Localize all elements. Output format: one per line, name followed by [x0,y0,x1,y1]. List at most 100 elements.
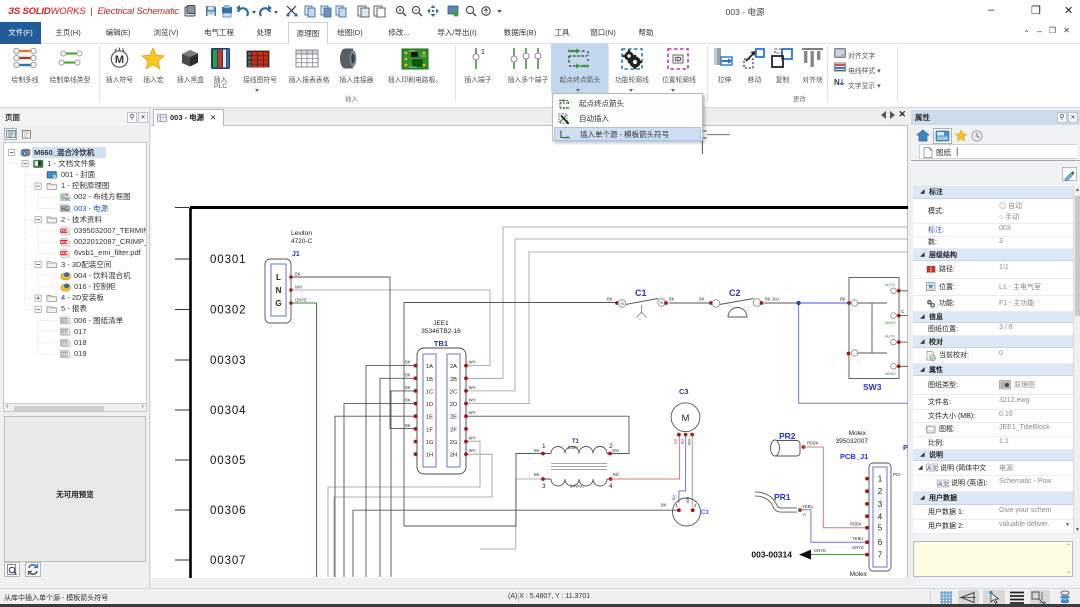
svg-text:5: 5 [878,524,883,533]
svg-text:1C: 1C [426,389,433,395]
svg-text:JEE1: JEE1 [433,320,449,327]
svg-text:RD: RD [674,438,678,444]
svg-text:00305: 00305 [210,455,246,467]
svg-text:N: N [276,286,282,295]
svg-text:Molex: Molex [849,430,867,437]
svg-text:2: 2 [878,487,883,496]
svg-text:RDBK: RDBK [807,441,819,446]
svg-text:1E: 1E [426,415,433,421]
svg-text:GNYE: GNYE [852,545,864,550]
svg-text:A: A [927,466,931,472]
svg-text:BU: BU [681,438,685,444]
svg-text:BU: BU [672,494,676,500]
svg-text:1D: 1D [426,402,433,408]
svg-text:2C: 2C [450,389,457,395]
svg-text:PDF: PDF [61,229,69,233]
svg-text:6: 6 [878,538,883,547]
svg-text:J1: J1 [292,251,300,258]
svg-text:PC: PC [903,443,908,452]
svg-text:RDBK: RDBK [850,522,862,527]
svg-text:00303: 00303 [210,355,246,367]
svg-text:2F: 2F [450,427,457,433]
svg-text:1A: 1A [426,364,433,370]
svg-text:L: L [276,273,281,282]
svg-text:N: N [834,78,840,87]
svg-text:4: 4 [878,512,883,521]
svg-text:BK: BK [534,472,540,477]
svg-text:00306: 00306 [210,505,246,517]
svg-text:BK: BK [405,398,411,403]
svg-text:96: 96 [660,301,664,305]
svg-text:BK: BK [295,272,301,277]
svg-text:00307: 00307 [210,555,246,567]
svg-text:3: 3 [542,483,546,490]
svg-text:3: 3 [878,500,883,509]
svg-text:AUTO: AUTO [885,335,895,339]
svg-text:C: C [901,309,905,314]
svg-text:7: 7 [878,551,883,560]
svg-text:PR1: PR1 [774,492,791,502]
svg-text:文: 文 [943,480,949,488]
svg-text:WASH: WASH [885,372,896,376]
svg-text:BK: BK [669,297,675,302]
svg-text:C3: C3 [679,387,689,396]
svg-text:395032007: 395032007 [835,438,868,445]
svg-text:1B: 1B [426,377,433,383]
svg-text:2D: 2D [450,402,457,408]
svg-text:WH: WH [612,448,619,453]
svg-text:2H: 2H [450,453,457,459]
svg-text:1: 1 [481,49,485,56]
svg-text:95: 95 [620,302,624,306]
svg-text:M: M [682,413,690,424]
svg-text:PCB_J1: PCB_J1 [840,452,868,461]
svg-text:BK: BK [699,297,705,302]
svg-text:C2: C2 [729,288,741,298]
svg-text:WASH: WASH [885,321,896,325]
svg-text:Leviton: Leviton [291,230,312,237]
svg-text:A: A [803,512,806,517]
svg-text:4: 4 [609,483,613,490]
svg-text:1H: 1H [426,453,433,459]
svg-text:1: 1 [878,475,883,484]
svg-text:BK: BK [607,297,613,302]
svg-text:AUTO: AUTO [885,283,895,287]
svg-text:RD: RD [613,472,619,477]
svg-text:YEBU: YEBU [852,536,863,541]
svg-text:文: 文 [932,464,938,472]
svg-text:BK: BK [405,372,411,377]
svg-text:YEBU: YEBU [802,504,813,509]
svg-text:GNYE: GNYE [814,548,826,553]
svg-text:1F: 1F [426,427,433,433]
svg-text:WH: WH [469,436,476,441]
svg-text:WH: WH [469,398,476,403]
svg-text:Molex: Molex [850,571,868,578]
svg-text:BK: BK [405,385,411,390]
svg-text:PDF: PDF [61,240,69,244]
svg-text:WH: WH [469,360,476,365]
svg-text:003-00314: 003-00314 [751,550,792,560]
svg-text:00302: 00302 [210,305,246,317]
svg-text:BK: BK [405,423,411,428]
svg-text:35346TB2-16: 35346TB2-16 [421,328,461,335]
svg-text:1: 1 [542,443,546,450]
svg-text:WH: WH [295,285,302,290]
svg-text:TB1: TB1 [434,339,448,348]
svg-text:PCI: PCI [893,472,901,477]
svg-text:BK, BU: BK, BU [765,297,779,302]
svg-text:WH: WH [686,496,690,503]
svg-text:2B: 2B [450,377,457,383]
svg-text:2: 2 [694,503,697,508]
svg-text:1: 1 [676,503,679,508]
svg-text:C1: C1 [635,288,647,298]
svg-text:M: M [115,54,124,66]
svg-text:G: G [275,299,281,308]
svg-text:BK: BK [534,448,540,453]
svg-text:2A: 2A [450,364,457,370]
svg-text:C3: C3 [701,510,709,516]
svg-text:WH: WH [469,448,476,453]
svg-text:1G: 1G [426,440,434,446]
svg-text:4720-C: 4720-C [291,238,313,245]
svg-text:2G: 2G [450,440,458,446]
svg-text:M: M [65,207,68,211]
svg-text:WH: WH [469,410,476,415]
